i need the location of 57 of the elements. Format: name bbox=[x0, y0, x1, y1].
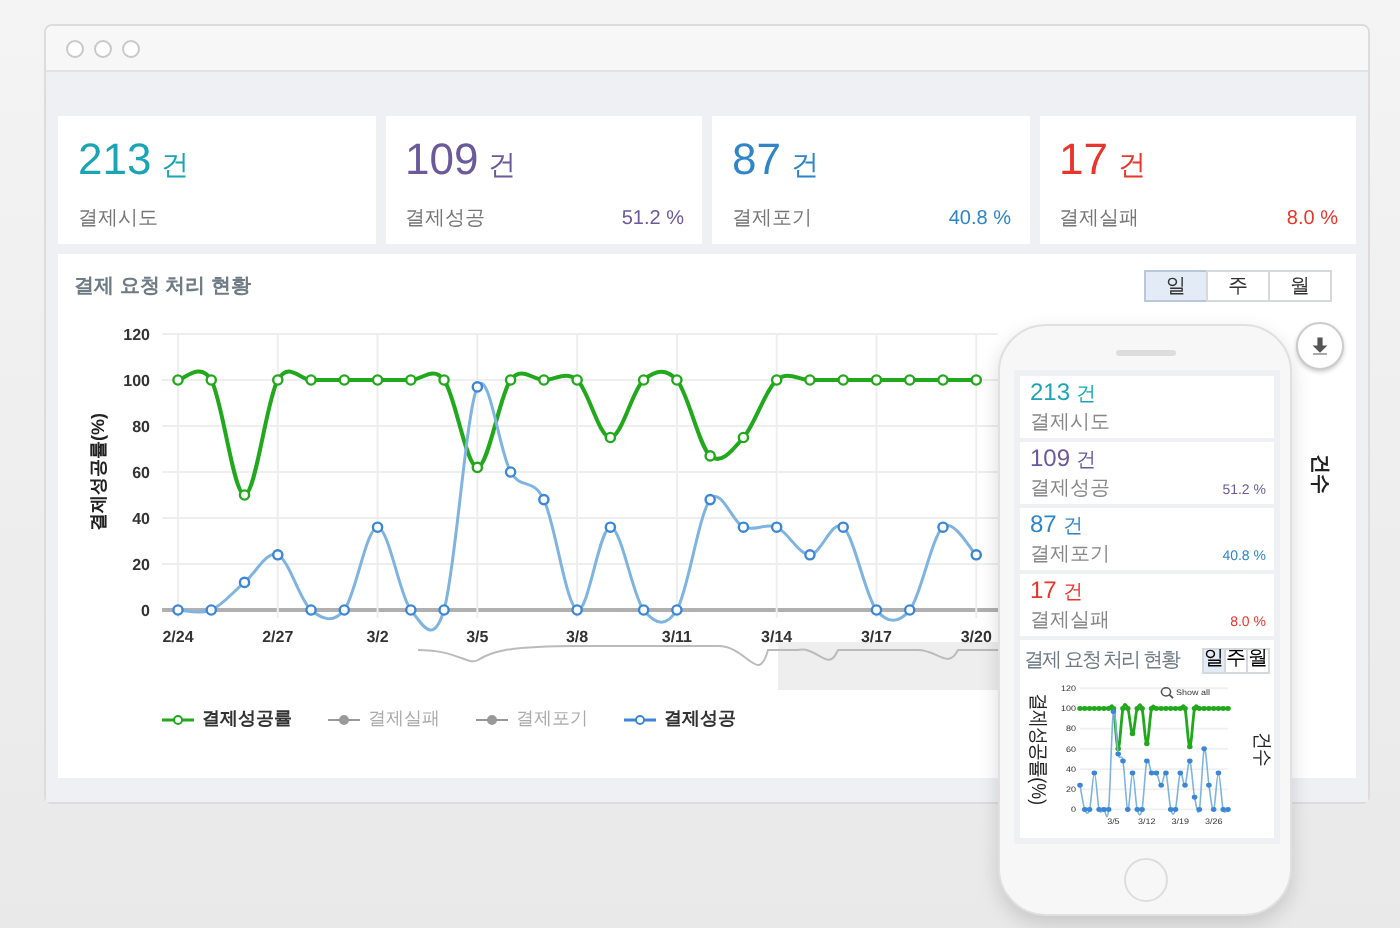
stat-label: 결제실패 bbox=[1030, 608, 1110, 634]
x-tick-label: 2/24 bbox=[162, 628, 194, 646]
stat-unit: 건 bbox=[1076, 382, 1097, 408]
stat-label: 결제시도 bbox=[78, 206, 158, 232]
stat-count: 17 bbox=[1030, 576, 1057, 604]
period-tab[interactable]: 월 bbox=[1246, 647, 1270, 673]
stat-label: 결제성공 bbox=[405, 206, 485, 232]
stat-unit: 건 bbox=[1062, 514, 1083, 540]
y-axis-title: 건수 bbox=[1249, 731, 1272, 766]
panel-title: 결제 요청 처리 현황 bbox=[1024, 648, 1179, 674]
y-axis-title: 결제성공률(%) bbox=[1025, 692, 1049, 806]
x-tick-label: 2/27 bbox=[262, 628, 294, 646]
y-axis-title: 건수 bbox=[1308, 454, 1330, 494]
x-tick-label: 3/14 bbox=[761, 628, 793, 646]
x-tick-label: 3/8 bbox=[566, 628, 589, 646]
stat-percent: 51.2 % bbox=[621, 208, 684, 230]
stat-count: 109 bbox=[1030, 444, 1071, 472]
period-tab[interactable]: 월 bbox=[1268, 270, 1332, 302]
legend-item[interactable]: 결제성공 bbox=[624, 706, 736, 732]
stat-unit: 건 bbox=[161, 148, 190, 184]
stat-count: 213 bbox=[1030, 378, 1071, 406]
stat-count: 17 bbox=[1059, 134, 1108, 186]
stat-label: 결제시도 bbox=[1030, 410, 1110, 436]
stat-count: 213 bbox=[78, 134, 152, 186]
y-tick-label: 20 bbox=[132, 556, 150, 574]
x-tick-label: 3/11 bbox=[661, 628, 693, 646]
legend-item[interactable]: 결제성공률 bbox=[162, 706, 292, 732]
panel-title: 결제 요청 처리 현황 bbox=[74, 274, 251, 300]
stat-unit: 건 bbox=[1062, 580, 1083, 606]
stat-label: 결제실패 bbox=[1059, 206, 1139, 232]
x-tick-label: 3/20 bbox=[960, 628, 992, 646]
x-tick-label: 3/2 bbox=[366, 628, 389, 646]
stat-count: 87 bbox=[732, 134, 781, 186]
stat-count: 109 bbox=[405, 134, 479, 186]
stat-count: 87 bbox=[1030, 510, 1057, 538]
stat-percent: 8.0 % bbox=[1286, 208, 1338, 230]
x-tick-label: 3/5 bbox=[466, 628, 489, 646]
stat-label: 결제성공 bbox=[1030, 476, 1110, 502]
stat-unit: 건 bbox=[488, 148, 517, 184]
stat-label: 결제포기 bbox=[732, 206, 812, 232]
stat-label: 결제포기 bbox=[1030, 542, 1110, 568]
y-tick-label: 40 bbox=[132, 510, 150, 528]
stat-unit: 건 bbox=[1117, 148, 1146, 184]
period-tab[interactable]: 주 bbox=[1206, 270, 1270, 302]
y-tick-label: 0 bbox=[141, 602, 150, 620]
period-tab[interactable]: 일 bbox=[1144, 270, 1208, 302]
y-tick-label: 120 bbox=[123, 326, 150, 344]
stat-unit: 건 bbox=[1076, 448, 1097, 474]
y-tick-label: 100 bbox=[123, 372, 150, 390]
period-tab[interactable]: 주 bbox=[1224, 647, 1248, 673]
y-tick-label: 60 bbox=[132, 464, 150, 482]
x-tick-label: 3/17 bbox=[860, 628, 893, 646]
period-tab[interactable]: 일 bbox=[1202, 647, 1226, 673]
stat-percent: 40.8 % bbox=[948, 208, 1011, 230]
stat-unit: 건 bbox=[790, 148, 819, 184]
y-tick-label: 80 bbox=[132, 418, 150, 436]
y-axis-title: 결제성공률(%) bbox=[88, 413, 108, 531]
